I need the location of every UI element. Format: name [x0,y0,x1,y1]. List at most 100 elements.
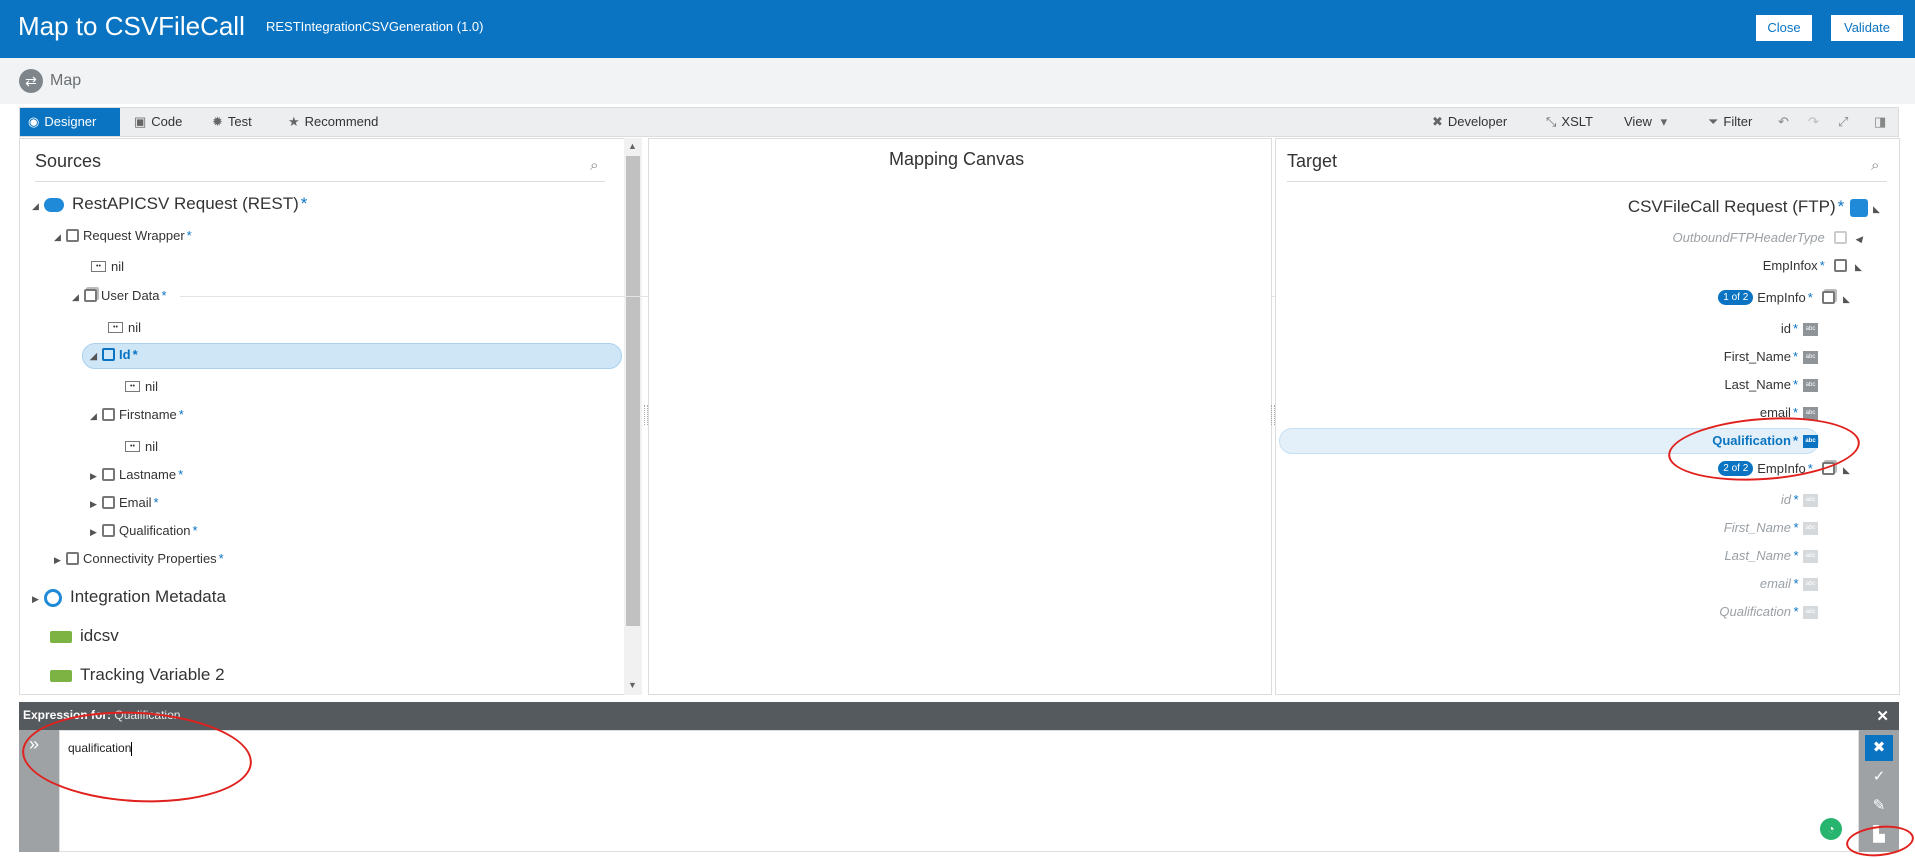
string-type-icon: abc [1803,323,1818,337]
sources-scrollbar[interactable]: ▲ ▼ [624,138,642,695]
tab-code[interactable]: ▣ Code [126,108,190,136]
attribute-icon: •• [125,381,140,393]
chevron-down-icon: ▾ [1660,114,1668,129]
element-icon [66,552,79,566]
string-type-icon: abc [1803,379,1818,393]
tree-node-nil[interactable]: •• nil [125,436,158,458]
tree-node-id[interactable]: ◢ Id * [90,344,138,366]
repeating-element-icon [84,289,97,303]
xslt-icon: ⤡ [1546,114,1557,129]
expand-icon[interactable]: ⤢ [1830,108,1856,136]
tree-node-nil[interactable]: •• nil [125,376,158,398]
redo-icon[interactable]: ↷ [1800,108,1827,136]
repeating-element-icon [1822,291,1836,305]
tree-node-nil[interactable]: •• nil [108,317,141,339]
status-icon: ◔ [1820,818,1842,840]
string-type-icon: abc [1803,522,1818,536]
mapper-toolbar: ◉ Designer ▣ Code ✹ Test ★ Recommend ✖ Develo… [19,107,1899,137]
tree-node-lastname[interactable]: ▶ Lastname * [90,464,183,486]
element-icon [102,496,115,510]
designer-icon: ◉ [28,114,40,129]
cloud-icon [44,197,64,212]
metadata-icon [44,588,62,607]
attribute-icon: •• [91,261,106,273]
wrench-icon[interactable]: ✖ [1865,735,1893,761]
tab-test[interactable]: ✹ Test [204,108,260,136]
tree-node-request-wrapper[interactable]: ◢ Request Wrapper * [54,225,192,247]
target-node-id[interactable]: id * abc [1781,318,1818,340]
map-icon: ⇄ [19,69,43,93]
scroll-up-icon[interactable]: ▲ [628,141,637,151]
target-node-last-name[interactable]: Last_Name * abc [1724,545,1818,567]
canvas-title: Mapping Canvas [889,149,1025,169]
validate-button[interactable]: Validate [1831,15,1903,41]
tree-node-tracking-variable[interactable]: Tracking Variable 2 [50,664,225,686]
element-icon [1834,231,1848,245]
tree-node-email[interactable]: ▶ Email * [90,492,159,514]
page-title: Map to CSVFileCall [18,11,245,41]
search-icon[interactable]: ⌕ [1871,157,1879,174]
developer-button[interactable]: ✖ Developer [1424,108,1515,136]
tree-node-connectivity-properties[interactable]: ▶ Connectivity Properties * [54,548,224,570]
target-node-first-name[interactable]: First_Name * abc [1724,346,1818,368]
view-dropdown[interactable]: View ▾ [1616,108,1680,136]
close-button[interactable]: Close [1756,15,1812,41]
tree-node-firstname[interactable]: ◢ Firstname * [90,404,184,426]
string-type-icon: abc [1803,606,1818,620]
panel-toggle-icon[interactable]: ◨ [1866,108,1894,136]
scroll-down-icon[interactable]: ▼ [628,680,637,690]
source-root[interactable]: ◢ RestAPICSV Request (REST) * [32,193,307,215]
mapping-canvas[interactable]: Mapping Canvas [648,138,1272,695]
tree-node-idcsv[interactable]: idcsv [50,625,119,647]
string-type-icon: abc [1803,550,1818,564]
integration-name: RESTIntegrationCSVGeneration (1.0) [266,19,484,34]
scroll-thumb[interactable] [626,156,640,626]
ftp-icon [1850,198,1869,217]
target-title: Target [1287,151,1338,171]
tree-node-integration-metadata[interactable]: ▶ Integration Metadata [32,586,226,608]
close-icon[interactable]: ✕ [1876,707,1889,725]
search-icon[interactable]: ⌕ [590,157,598,174]
check-icon[interactable]: ✓ [1865,764,1893,790]
string-type-icon: abc [1803,494,1818,508]
breadcrumb-map: Map [50,72,82,89]
star-icon: ★ [288,114,300,129]
target-node-email[interactable]: email * abc [1760,573,1818,595]
target-node-first-name[interactable]: First_Name * abc [1724,517,1818,539]
filter-button[interactable]: ⏷ Filter [1700,108,1760,136]
element-icon [102,468,115,482]
breadcrumb: ⇄ Map [0,58,1915,104]
splitter-handle[interactable] [644,405,648,425]
instance-badge: 1 of 2 [1718,290,1754,306]
variable-icon [50,669,72,682]
undo-icon[interactable]: ↶ [1770,108,1797,136]
gear-icon: ✹ [212,114,223,129]
target-root[interactable]: CSVFileCall Request (FTP) * ◣ [1628,196,1885,218]
eraser-icon[interactable]: ✎ [1865,793,1893,819]
wrench-icon: ✖ [1432,114,1443,129]
selected-source-row [82,343,622,369]
target-node-id[interactable]: id * abc [1781,489,1818,511]
target-node-qualification[interactable]: Qualification * abc [1719,601,1818,623]
expression-editor[interactable]: qualification [59,730,1859,852]
tab-recommend[interactable]: ★ Recommend [280,108,386,136]
target-node-empinfo-1[interactable]: 1 of 2 EmpInfo * ◣ [1718,287,1855,309]
target-node-last-name[interactable]: Last_Name * abc [1724,374,1818,396]
string-type-icon: abc [1803,578,1818,592]
element-icon [1834,259,1848,273]
tree-node-nil[interactable]: •• nil [91,256,124,278]
element-icon [102,408,115,422]
target-node-empinfox[interactable]: EmpInfox * ◣ [1763,255,1867,277]
tree-node-qualification[interactable]: ▶ Qualification * [90,520,198,542]
filter-icon: ⏷ [1708,114,1719,129]
target-node-header-type[interactable]: OutboundFTPHeaderType ◀ [1673,227,1867,249]
xslt-button[interactable]: ⤡ XSLT [1538,108,1601,136]
attribute-icon: •• [108,322,123,334]
tab-designer[interactable]: ◉ Designer [20,108,120,136]
expression-header: Expression for: Qualification ✕ [19,702,1899,730]
tree-node-user-data[interactable]: ◢ User Data * [72,285,167,307]
element-icon [66,229,79,243]
element-icon [102,348,115,362]
page-header: Map to CSVFileCall RESTIntegrationCSVGen… [0,0,1915,58]
attribute-icon: •• [125,441,140,453]
